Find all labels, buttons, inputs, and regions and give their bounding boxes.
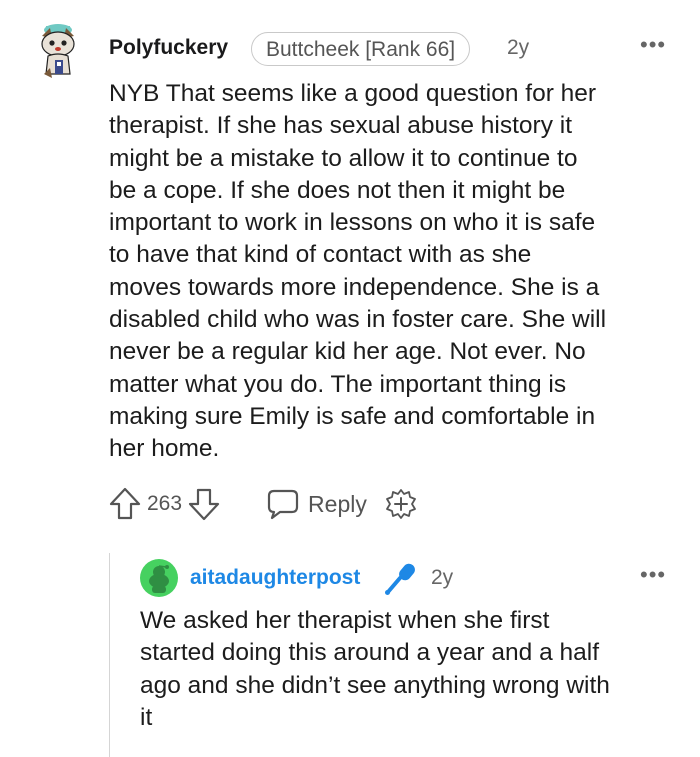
comment-line: might be a mistake to allow it to contin… — [109, 144, 578, 172]
reply-line: We asked her therapist when she first — [140, 607, 550, 634]
upvote-icon[interactable] — [109, 487, 141, 521]
comment-line: therapist. If she has sexual abuse histo… — [109, 112, 573, 140]
reply-line: ago and she didn’t see anything wrong wi… — [140, 671, 610, 699]
snoo-avatar-icon[interactable] — [140, 559, 178, 597]
comment-age: 2y — [507, 36, 530, 59]
microphone-icon — [385, 563, 415, 595]
comment-line: never be a regular kid her age. Not ever… — [109, 338, 586, 366]
thread-line[interactable] — [109, 553, 110, 757]
comment-line: disabled child who was in foster care. S… — [109, 306, 607, 334]
reply-bubble-icon — [267, 489, 299, 520]
comment-actions: 263 Reply — [109, 484, 417, 524]
award-plus-icon[interactable] — [385, 488, 417, 520]
downvote-icon[interactable] — [188, 487, 220, 521]
comment-line: moves towards more independence. She is … — [109, 273, 600, 301]
more-options-icon[interactable]: ••• — [640, 562, 666, 588]
comment-body: NYB That seems like a good question for … — [109, 78, 669, 466]
reply-label: Reply — [308, 490, 367, 517]
reply-line: it — [140, 703, 153, 731]
comment-line: important to work in lessons on who it i… — [109, 209, 596, 237]
reply-body: We asked her therapist when she first st… — [140, 605, 680, 734]
user-avatar[interactable] — [36, 22, 80, 80]
comment-line: making sure Emily is safe and comfortabl… — [109, 402, 596, 430]
comment-line: NYB That seems like a good question for … — [109, 80, 597, 107]
comment-line: be a cope. If she does not then it might… — [109, 176, 566, 204]
reply-button[interactable]: Reply — [266, 488, 367, 520]
comment-line: to have that kind of contact with as she — [109, 241, 532, 269]
reply-username[interactable]: aitadaughterpost — [190, 566, 360, 590]
comment-line: matter what you do. The important thing … — [109, 370, 567, 398]
user-flair: Buttcheek [Rank 66] — [251, 32, 471, 66]
comment-line: her home. — [109, 435, 220, 463]
reply-age: 2y — [431, 566, 454, 589]
reply-line: started doing this around a year and a h… — [140, 639, 600, 667]
vote-count: 263 — [147, 492, 183, 515]
comment-username[interactable]: Polyfuckery — [109, 36, 228, 60]
more-options-icon[interactable]: ••• — [640, 32, 666, 58]
